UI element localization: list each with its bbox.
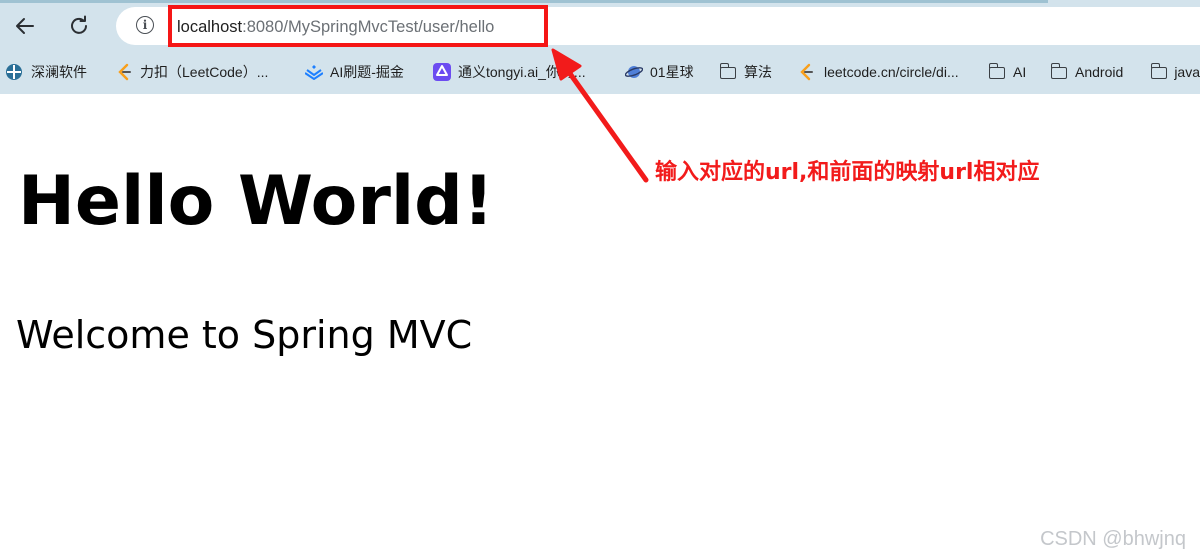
bookmark-folder-android[interactable]: Android: [1050, 61, 1123, 83]
folder-icon: [1151, 63, 1168, 81]
bookmark-label: AI: [1013, 64, 1027, 80]
bookmark-label: AI刷题-掘金: [330, 64, 404, 80]
tongyi-icon: [433, 63, 451, 81]
bookmark-label: java: [1174, 64, 1200, 80]
back-button[interactable]: [12, 13, 38, 39]
url-host: localhost: [177, 18, 243, 36]
page-subheading: Welcome to Spring MVC: [16, 313, 473, 357]
info-icon[interactable]: i: [136, 16, 154, 34]
annotation-text: 输入对应的url,和前面的映射url相对应: [655, 160, 1040, 185]
folder-icon: [1050, 63, 1068, 81]
bookmark-folder-algorithm[interactable]: 算法: [719, 61, 772, 83]
browser-toolbar: i localhost:8080/MySpringMvcTest/user/he…: [0, 0, 1200, 94]
bookmark-tongyi[interactable]: 通义tongyi.ai_你的...: [433, 61, 586, 83]
bookmark-leetcode[interactable]: 力扣（LeetCode）...: [116, 61, 268, 83]
page-heading: Hello World!: [18, 162, 494, 241]
folder-icon: [988, 63, 1006, 81]
bookmark-01planet[interactable]: 01星球: [625, 61, 694, 83]
reload-icon: [71, 15, 87, 34]
bookmark-label: 力扣（LeetCode）...: [140, 64, 269, 80]
reload-button[interactable]: [66, 13, 92, 39]
url-path: :8080/MySpringMvcTest/user/hello: [242, 18, 495, 36]
bookmark-label: 通义tongyi.ai_你的...: [458, 64, 586, 80]
url-field[interactable]: localhost:8080/MySpringMvcTest/user/hell…: [177, 16, 494, 38]
watermark: CSDN @bhwjnq: [1040, 528, 1186, 550]
leetcode-icon: [116, 63, 134, 81]
bookmark-label: Android: [1075, 64, 1124, 80]
folder-icon: [719, 63, 737, 81]
bookmark-juejin[interactable]: AI刷题-掘金: [305, 61, 404, 83]
bookmark-label: 01星球: [650, 64, 694, 80]
deepin-icon: [5, 63, 23, 81]
bookmark-folder-java[interactable]: java: [1151, 61, 1200, 83]
juejin-icon: [305, 63, 323, 81]
bookmark-deepin[interactable]: 深澜软件: [5, 61, 87, 83]
bookmark-label: 算法: [744, 64, 772, 80]
bookmark-label: leetcode.cn/circle/di...: [824, 64, 959, 80]
bookmark-leetcode-circle[interactable]: leetcode.cn/circle/di...: [798, 61, 959, 83]
tab-strip-edge: [0, 0, 1048, 3]
planet-icon: [625, 63, 643, 81]
bookmark-label: 深澜软件: [31, 64, 87, 80]
bookmark-folder-ai[interactable]: AI: [988, 61, 1026, 83]
leetcode-icon: [798, 63, 816, 81]
arrow-left-icon: [16, 18, 34, 34]
